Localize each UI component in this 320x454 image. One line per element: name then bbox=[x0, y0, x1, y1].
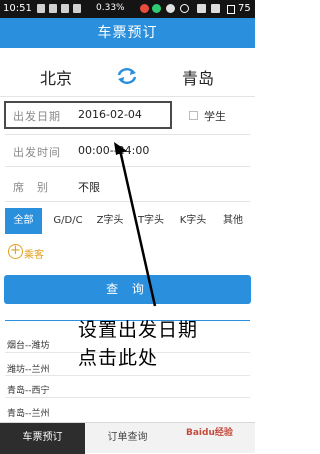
annotation-line1: 设置出发日期 bbox=[78, 319, 199, 341]
annotation-arrow bbox=[114, 142, 157, 307]
annotation-line2: 点击此处 bbox=[78, 347, 159, 369]
